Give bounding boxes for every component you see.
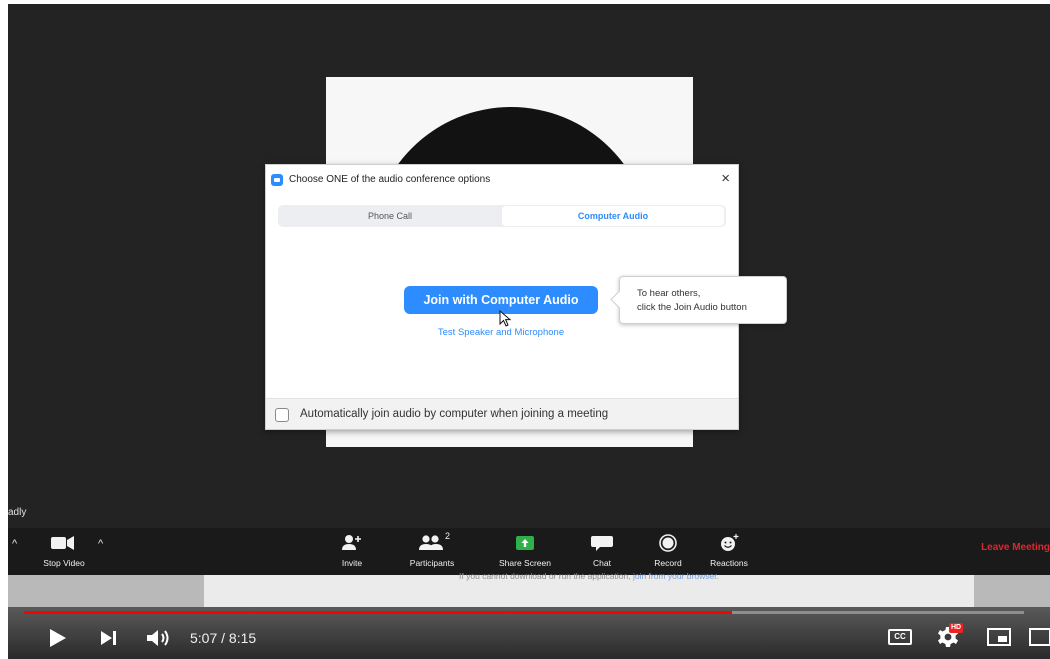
auto-join-checkbox[interactable] bbox=[275, 408, 289, 422]
next-track-icon[interactable] bbox=[98, 629, 120, 647]
dialog-footer: Automatically join audio by computer whe… bbox=[266, 398, 738, 429]
participants-button[interactable]: 2 Participants bbox=[406, 528, 458, 575]
test-speaker-microphone-link[interactable]: Test Speaker and Microphone bbox=[266, 327, 736, 338]
share-screen-button[interactable]: Share Screen bbox=[498, 528, 552, 575]
dialog-title-bar: Choose ONE of the audio conference optio… bbox=[266, 165, 738, 195]
video-options-caret[interactable]: ^ bbox=[98, 538, 103, 550]
captions-label: CC bbox=[894, 632, 906, 641]
chat-button[interactable]: Chat bbox=[582, 528, 622, 575]
progress-bar[interactable] bbox=[24, 611, 1024, 614]
time-display: 5:07 / 8:15 bbox=[190, 630, 257, 646]
tooltip-line-2: click the Join Audio button bbox=[637, 302, 747, 313]
hd-badge: HD bbox=[949, 623, 964, 633]
video-player-controls: 5:07 / 8:15 CC HD bbox=[8, 607, 1050, 659]
participants-label: Participants bbox=[409, 558, 455, 568]
dialog-title: Choose ONE of the audio conference optio… bbox=[289, 174, 491, 185]
invite-button[interactable]: Invite bbox=[332, 528, 372, 575]
invite-label: Invite bbox=[341, 558, 363, 568]
join-audio-tooltip: To hear others, click the Join Audio but… bbox=[619, 276, 787, 324]
share-screen-icon bbox=[516, 536, 534, 550]
leave-meeting-button[interactable]: Leave Meeting bbox=[981, 542, 1050, 553]
chat-bubble-icon bbox=[591, 536, 613, 551]
join-from-browser-link: join from your browser. bbox=[632, 571, 719, 581]
play-icon[interactable] bbox=[46, 627, 68, 649]
tab-phone-call[interactable]: Phone Call bbox=[278, 205, 502, 227]
audio-options-caret[interactable]: ^ bbox=[12, 538, 17, 550]
theater-mode-icon[interactable] bbox=[1028, 627, 1050, 647]
progress-played bbox=[24, 611, 732, 614]
captions-icon[interactable]: CC bbox=[888, 629, 912, 645]
overlay-text-fragment: adly bbox=[8, 507, 27, 518]
auto-join-label[interactable]: Automatically join audio by computer whe… bbox=[300, 408, 608, 420]
share-screen-label: Share Screen bbox=[499, 558, 551, 568]
mouse-cursor-icon bbox=[499, 310, 512, 327]
participants-icon bbox=[419, 535, 443, 550]
record-button[interactable]: Record bbox=[647, 528, 689, 575]
record-icon bbox=[659, 534, 677, 552]
background-page-text: If you cannot download or run the applic… bbox=[204, 571, 974, 581]
add-person-icon bbox=[342, 535, 361, 550]
reactions-button[interactable]: Reactions bbox=[706, 528, 752, 575]
stop-video-label: Stop Video bbox=[43, 558, 85, 568]
smiley-plus-icon bbox=[721, 534, 739, 551]
tooltip-line-1: To hear others, bbox=[637, 288, 701, 299]
background-instruction-text: If you cannot download or run the applic… bbox=[459, 571, 633, 581]
reactions-label: Reactions bbox=[710, 558, 748, 568]
stop-video-button[interactable]: Stop Video bbox=[40, 528, 88, 575]
zoom-app-icon bbox=[271, 174, 283, 186]
participant-count-badge: 2 bbox=[445, 531, 451, 541]
meeting-toolbar: ^ Stop Video ^ Invite 2 Participants Sha… bbox=[8, 528, 1050, 575]
miniplayer-icon[interactable] bbox=[986, 627, 1012, 647]
background-webpage: If you cannot download or run the applic… bbox=[8, 571, 1050, 607]
video-camera-icon bbox=[51, 536, 74, 550]
tab-computer-audio[interactable]: Computer Audio bbox=[502, 206, 724, 226]
audio-option-tabs: Phone Call Computer Audio bbox=[278, 205, 726, 227]
volume-icon[interactable] bbox=[144, 627, 174, 649]
close-icon[interactable]: × bbox=[721, 170, 730, 188]
background-webpage-panel: If you cannot download or run the applic… bbox=[204, 571, 974, 607]
